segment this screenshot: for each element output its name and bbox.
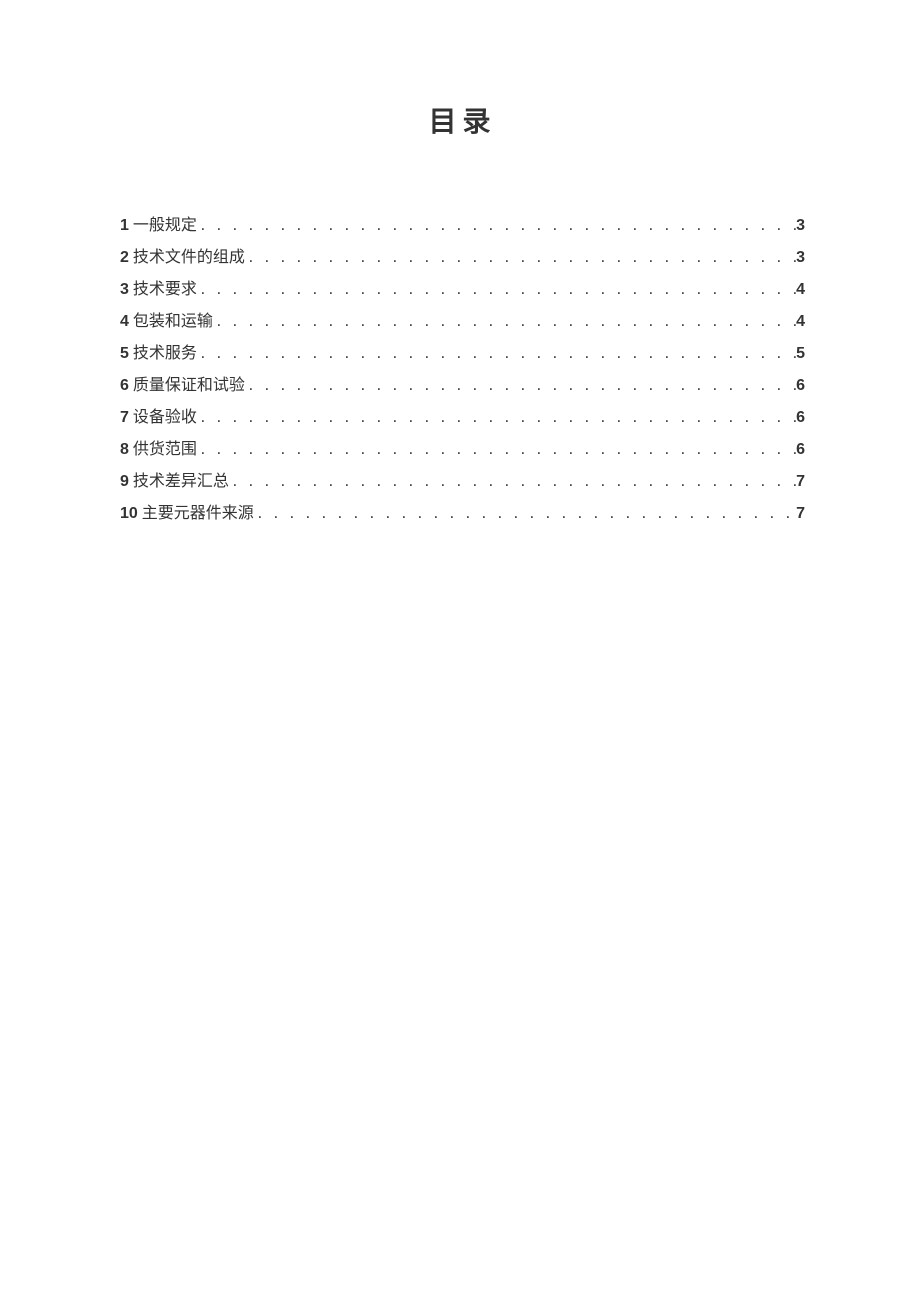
toc-leader-dots: [197, 274, 796, 306]
toc-entry-page: 6: [796, 434, 805, 466]
toc-entry-page: 3: [796, 210, 805, 242]
toc-entry[interactable]: 7 设备验收 6: [120, 402, 805, 434]
toc-entry-page: 7: [796, 498, 805, 530]
toc-entry-label: 包装和运输: [133, 306, 213, 338]
toc-entry-page: 5: [796, 338, 805, 370]
toc-list: 1 一般规定 3 2 技术文件的组成 3 3 技术要求 4 4 包装和运输 4 …: [120, 210, 805, 530]
toc-entry-label: 设备验收: [133, 402, 197, 434]
toc-entry[interactable]: 3 技术要求 4: [120, 274, 805, 306]
toc-entry[interactable]: 1 一般规定 3: [120, 210, 805, 242]
page-title: 目录: [120, 100, 805, 140]
toc-entry-label: 技术文件的组成: [133, 242, 245, 274]
toc-entry-label: 质量保证和试验: [133, 370, 245, 402]
toc-leader-dots: [213, 306, 796, 338]
toc-entry-page: 6: [796, 402, 805, 434]
toc-entry-number: 5: [120, 338, 129, 370]
toc-entry-number: 2: [120, 242, 129, 274]
toc-entry-number: 3: [120, 274, 129, 306]
toc-leader-dots: [197, 434, 796, 466]
toc-leader-dots: [245, 370, 796, 402]
toc-entry-label: 技术要求: [133, 274, 197, 306]
toc-entry-label: 供货范围: [133, 434, 197, 466]
toc-leader-dots: [245, 242, 796, 274]
toc-leader-dots: [197, 210, 796, 242]
toc-entry-label: 技术服务: [133, 338, 197, 370]
toc-entry[interactable]: 2 技术文件的组成 3: [120, 242, 805, 274]
toc-entry-number: 6: [120, 370, 129, 402]
toc-leader-dots: [254, 498, 796, 530]
toc-entry[interactable]: 8 供货范围 6: [120, 434, 805, 466]
toc-entry-page: 6: [796, 370, 805, 402]
toc-leader-dots: [229, 466, 796, 498]
toc-entry-label: 技术差异汇总: [133, 466, 229, 498]
toc-entry[interactable]: 5 技术服务 5: [120, 338, 805, 370]
toc-entry-number: 4: [120, 306, 129, 338]
toc-leader-dots: [197, 338, 796, 370]
toc-entry-number: 1: [120, 210, 129, 242]
toc-entry[interactable]: 6 质量保证和试验 6: [120, 370, 805, 402]
toc-entry-number: 9: [120, 466, 129, 498]
toc-entry[interactable]: 9 技术差异汇总 7: [120, 466, 805, 498]
toc-entry-number: 7: [120, 402, 129, 434]
toc-entry-number: 10: [120, 498, 138, 530]
toc-entry-page: 4: [796, 274, 805, 306]
toc-entry[interactable]: 10 主要元器件来源 7: [120, 498, 805, 530]
toc-leader-dots: [197, 402, 796, 434]
toc-entry[interactable]: 4 包装和运输 4: [120, 306, 805, 338]
toc-entry-page: 3: [796, 242, 805, 274]
toc-entry-label: 主要元器件来源: [142, 498, 254, 530]
document-page: 目录 1 一般规定 3 2 技术文件的组成 3 3 技术要求 4 4 包装和运输…: [0, 0, 920, 1301]
toc-entry-page: 4: [796, 306, 805, 338]
toc-entry-page: 7: [796, 466, 805, 498]
toc-entry-number: 8: [120, 434, 129, 466]
toc-entry-label: 一般规定: [133, 210, 197, 242]
